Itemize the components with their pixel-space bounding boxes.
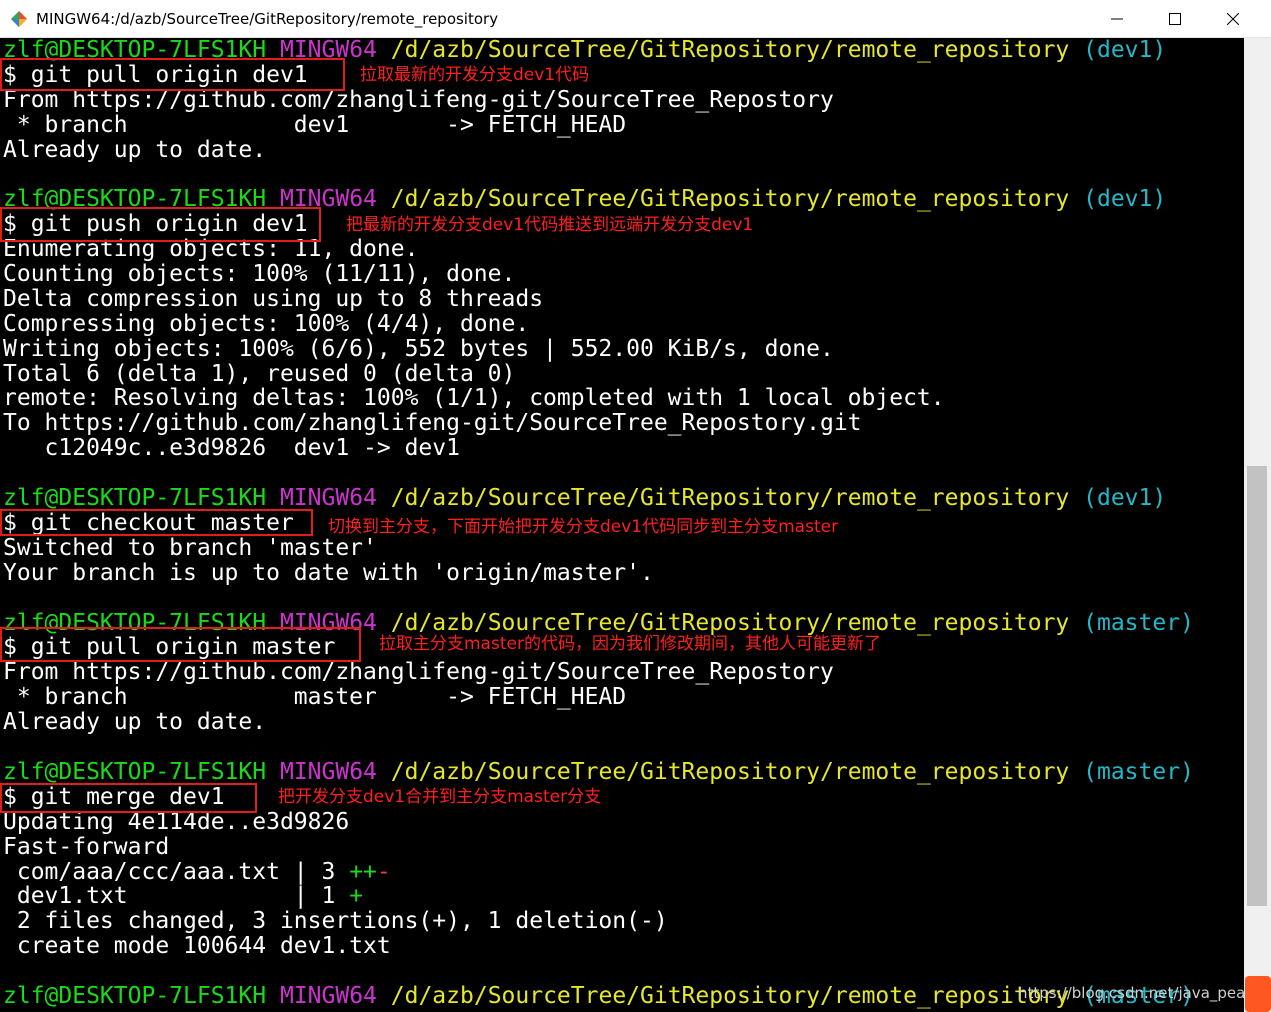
output-line: Fast-forward	[3, 834, 170, 860]
scrollbar-thumb[interactable]	[1247, 466, 1267, 906]
output-line: Total 6 (delta 1), reused 0 (delta 0)	[3, 361, 516, 387]
diffstat-line: dev1.txt | 1 +	[3, 883, 364, 909]
prompt-line: zlf@DESKTOP-7LFS1KH MINGW64 /d/azb/Sourc…	[3, 983, 1194, 1009]
git-bash-icon	[11, 11, 27, 27]
output-line: * branch dev1 -> FETCH_HEAD	[3, 112, 627, 138]
close-button[interactable]	[1210, 0, 1256, 38]
output-line: Delta compression using up to 8 threads	[3, 286, 544, 312]
output-line: Already up to date.	[3, 137, 267, 163]
watermark-text: https://blog.csdn.net/java_peak_	[1018, 984, 1262, 1002]
csdn-logo-icon	[1245, 976, 1271, 1012]
output-line: create mode 100644 dev1.txt	[3, 933, 391, 959]
output-line: Switched to branch 'master'	[3, 535, 377, 561]
output-line: From https://github.com/zhanglifeng-git/…	[3, 87, 834, 113]
output-line: Writing objects: 100% (6/6), 552 bytes |…	[3, 336, 834, 362]
output-line: Compressing objects: 100% (4/4), done.	[3, 311, 530, 337]
terminal-output[interactable]: zlf@DESKTOP-7LFS1KH MINGW64 /d/azb/Sourc…	[0, 38, 1244, 1012]
output-line: 2 files changed, 3 insertions(+), 1 dele…	[3, 908, 668, 934]
annotation-note: 拉取主分支master的代码，因为我们修改期间，其他人可能更新了	[379, 634, 881, 654]
maximize-icon	[1169, 13, 1181, 25]
annotation-note: 把最新的开发分支dev1代码推送到远端开发分支dev1	[346, 215, 754, 235]
minimize-icon	[1111, 18, 1123, 20]
output-line: Your branch is up to date with 'origin/m…	[3, 560, 654, 586]
annotation-box	[0, 783, 257, 813]
minimize-button[interactable]	[1094, 0, 1140, 38]
annotation-note: 拉取最新的开发分支dev1代码	[360, 65, 590, 85]
window-title-bar[interactable]: MINGW64:/d/azb/SourceTree/GitRepository/…	[0, 0, 1271, 38]
prompt-line: zlf@DESKTOP-7LFS1KH MINGW64 /d/azb/Sourc…	[3, 485, 1167, 511]
annotation-box	[0, 509, 313, 536]
output-line: From https://github.com/zhanglifeng-git/…	[3, 659, 834, 685]
window-title: MINGW64:/d/azb/SourceTree/GitRepository/…	[36, 10, 499, 28]
annotation-note: 切换到主分支，下面开始把开发分支dev1代码同步到主分支master	[328, 517, 839, 537]
output-line: To https://github.com/zhanglifeng-git/So…	[3, 410, 862, 436]
close-icon	[1227, 13, 1239, 25]
output-line: Already up to date.	[3, 709, 267, 735]
annotation-box	[0, 207, 321, 242]
output-line: c12049c..e3d9826 dev1 -> dev1	[3, 435, 460, 461]
annotation-box	[0, 58, 345, 91]
annotation-box	[0, 627, 361, 662]
output-line: remote: Resolving deltas: 100% (1/1), co…	[3, 385, 945, 411]
maximize-button[interactable]	[1152, 0, 1198, 38]
annotation-note: 把开发分支dev1合并到主分支master分支	[278, 787, 602, 807]
vertical-scrollbar[interactable]	[1244, 38, 1271, 1012]
diffstat-line: com/aaa/ccc/aaa.txt | 3 ++-	[3, 859, 391, 885]
output-line: Updating 4e114de..e3d9826	[3, 809, 350, 835]
output-line: Counting objects: 100% (11/11), done.	[3, 261, 516, 287]
output-line: * branch master -> FETCH_HEAD	[3, 684, 627, 710]
